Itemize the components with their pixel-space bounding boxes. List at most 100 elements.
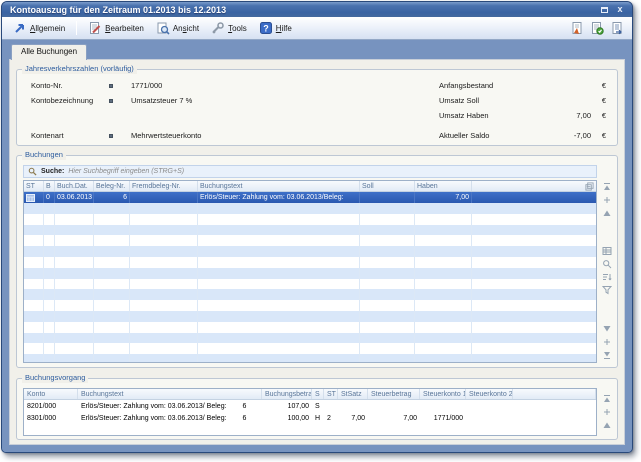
column-header-st[interactable]: ST	[24, 181, 44, 191]
report-icon[interactable]	[570, 21, 584, 35]
previous-row-icon[interactable]	[602, 420, 612, 430]
booking-empty-row[interactable]	[24, 203, 596, 214]
bookings-header-row[interactable]: ST B Buch.Dat. Beleg-Nr. Fremdbeleg-Nr. …	[24, 181, 596, 192]
document-check-icon[interactable]	[590, 21, 604, 35]
column-header-belegnr[interactable]: Beleg-Nr.	[94, 181, 130, 191]
booking-row-selected[interactable]: 0 03.06.2013 6 Erlös/Steuer: Zahlung vom…	[24, 192, 596, 203]
column-header-buchungstext[interactable]: Buchungstext	[78, 389, 262, 399]
transaction-header-row[interactable]: Konto Buchungstext Buchungsbetrag S ST S…	[24, 389, 596, 400]
cell-steuerkonto1	[420, 400, 466, 412]
column-header-buchungsbetrag[interactable]: Buchungsbetrag	[262, 389, 312, 399]
menu-item-bearbeiten[interactable]: Bearbeiten	[83, 19, 149, 37]
append-row-icon[interactable]	[602, 337, 612, 347]
column-header-b[interactable]: B	[44, 181, 55, 191]
search-bar[interactable]: Suche: Hier Suchbegriff eingeben (STRG+S…	[23, 165, 597, 178]
search-input[interactable]: Hier Suchbegriff eingeben (STRG+S)	[68, 168, 184, 175]
go-to-first-icon[interactable]	[602, 394, 612, 404]
booking-empty-row[interactable]	[24, 322, 596, 333]
document-export-icon[interactable]	[610, 21, 624, 35]
previous-row-icon[interactable]	[602, 208, 612, 218]
transaction-side-toolbar	[597, 388, 613, 436]
column-header-steuerkonto1[interactable]: Steuerkonto 1	[420, 389, 466, 399]
booking-empty-row[interactable]	[24, 354, 596, 363]
column-header-stsatz[interactable]: StSatz	[338, 389, 368, 399]
close-button[interactable]: x	[613, 4, 627, 15]
menu-item-hilfe[interactable]: ? Hilfe	[254, 19, 297, 37]
transaction-row[interactable]: 8301/000 Erlös/Steuer: Zahlung vom: 03.0…	[24, 412, 596, 424]
menu-toolbar: Allgemein Bearbeiten Ansicht Tools ? Hil…	[2, 17, 632, 40]
go-to-last-icon[interactable]	[602, 350, 612, 360]
booking-cell-b: 0	[44, 192, 55, 203]
field-value: -7,00	[539, 131, 591, 140]
field-label: Umsatz Haben	[439, 111, 539, 120]
insert-row-icon[interactable]	[602, 195, 612, 205]
title-bar[interactable]: Kontoauszug für den Zeitraum 01.2013 bis…	[2, 2, 632, 17]
next-row-icon[interactable]	[602, 324, 612, 334]
column-header-buchdat[interactable]: Buch.Dat.	[55, 181, 94, 191]
booking-empty-row[interactable]	[24, 225, 596, 236]
close-icon: x	[617, 5, 622, 14]
bullet-icon	[109, 84, 131, 88]
cell-buchungsbetrag: 107,00	[262, 400, 312, 412]
booking-cell-fremdbeleg	[130, 192, 198, 203]
column-header-buchungstext[interactable]: Buchungstext	[198, 181, 360, 191]
content-panel: Jahresverkehrszahlen (vorläufig) Konto-N…	[9, 59, 625, 445]
menu-item-tools[interactable]: Tools	[206, 19, 252, 37]
cell-steuerbetrag: 7,00	[368, 412, 420, 424]
column-chooser-icon[interactable]	[585, 182, 594, 191]
tab-strip: Alle Buchungen	[9, 44, 625, 59]
column-header-steuerbetrag[interactable]: Steuerbetrag	[368, 389, 420, 399]
bookings-table: ST B Buch.Dat. Beleg-Nr. Fremdbeleg-Nr. …	[23, 180, 597, 363]
booking-cell-beleg: 6	[94, 192, 130, 203]
go-to-first-icon[interactable]	[602, 182, 612, 192]
svg-text:?: ?	[263, 24, 269, 34]
booking-empty-row[interactable]	[24, 235, 596, 246]
booking-empty-row[interactable]	[24, 214, 596, 225]
column-header-steuerkonto2[interactable]: Steuerkonto 2	[466, 389, 513, 399]
group-title: Jahresverkehrszahlen (vorläufig)	[22, 64, 137, 74]
grid-view-icon[interactable]	[602, 246, 612, 256]
group-title: Buchungen	[22, 150, 66, 160]
view-magnifier-icon	[156, 21, 170, 35]
field-label: Anfangsbestand	[439, 81, 539, 90]
transaction-row[interactable]: 8201/000 Erlös/Steuer: Zahlung vom: 03.0…	[24, 400, 596, 412]
column-header-s[interactable]: S	[312, 389, 324, 399]
menu-item-ansicht[interactable]: Ansicht	[151, 19, 204, 37]
booking-empty-row[interactable]	[24, 246, 596, 257]
menu-item-allgemein[interactable]: Allgemein	[8, 19, 70, 37]
booking-empty-row[interactable]	[24, 333, 596, 344]
column-header-soll[interactable]: Soll	[360, 181, 415, 191]
cell-s: S	[312, 400, 324, 412]
booking-empty-row[interactable]	[24, 257, 596, 268]
column-header-st[interactable]: ST	[324, 389, 338, 399]
field-label: Konto-Nr.	[31, 81, 109, 90]
booking-cell-text: Erlös/Steuer: Zahlung vom: 03.06.2013/Be…	[198, 192, 360, 203]
edit-document-icon	[88, 21, 102, 35]
cell-stsatz	[338, 400, 368, 412]
column-header-haben[interactable]: Haben	[415, 181, 472, 191]
search-records-icon[interactable]	[602, 259, 612, 269]
cell-steuerkonto2	[466, 412, 513, 424]
booking-empty-row[interactable]	[24, 311, 596, 322]
bullet-icon	[109, 99, 131, 103]
booking-empty-row[interactable]	[24, 268, 596, 279]
sort-icon[interactable]	[602, 272, 612, 282]
field-label: Umsatz Soll	[439, 96, 539, 105]
summary-row: Konto-Nr. 1771/000 Anfangsbestand €	[31, 78, 607, 93]
restore-button[interactable]	[597, 4, 611, 15]
tab-alle-buchungen[interactable]: Alle Buchungen	[11, 44, 87, 60]
group-jahresverkehrszahlen: Jahresverkehrszahlen (vorläufig) Konto-N…	[16, 69, 618, 146]
booking-empty-row[interactable]	[24, 279, 596, 290]
column-header-fremdbelegnr[interactable]: Fremdbeleg-Nr.	[130, 181, 198, 191]
transaction-table: Konto Buchungstext Buchungsbetrag S ST S…	[23, 388, 597, 436]
insert-row-icon[interactable]	[602, 407, 612, 417]
currency-symbol: €	[591, 81, 607, 90]
cell-buchungsbetrag: 100,00	[262, 412, 312, 424]
column-header-konto[interactable]: Konto	[24, 389, 78, 399]
booking-empty-row[interactable]	[24, 289, 596, 300]
booking-empty-row[interactable]	[24, 343, 596, 354]
summary-row: Umsatz Haben 7,00 €	[31, 108, 607, 123]
summary-row: Kontobezeichnung Umsatzsteuer 7 % Umsatz…	[31, 93, 607, 108]
filter-icon[interactable]	[602, 285, 612, 295]
booking-empty-row[interactable]	[24, 300, 596, 311]
